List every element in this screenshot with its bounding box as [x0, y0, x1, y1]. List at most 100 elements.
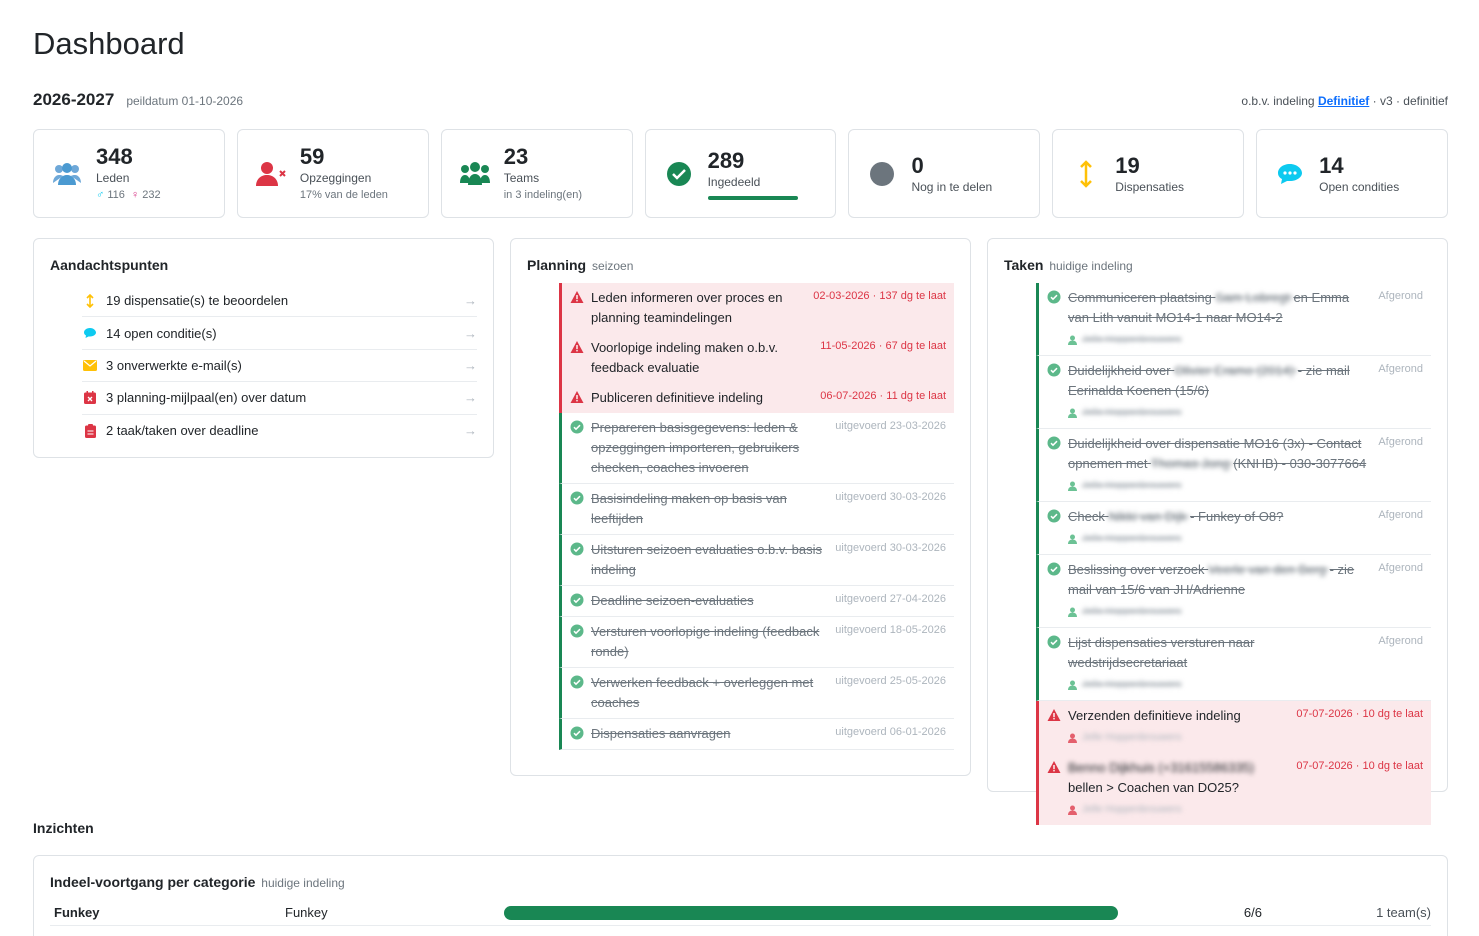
- attention-item-planning[interactable]: 3 planning-mijlpaal(en) over datum →: [82, 382, 477, 415]
- planning-item-text: Basisindeling maken op basis van leeftij…: [591, 491, 787, 526]
- stat-open-condities[interactable]: 14 Open condities: [1256, 129, 1449, 218]
- planning-item[interactable]: Basisindeling maken op basis van leeftij…: [559, 484, 954, 535]
- chat-bubble-icon: [1273, 157, 1307, 191]
- stat-dispensaties[interactable]: 19 Dispensaties: [1052, 129, 1245, 218]
- assignee-name: Jelle Hoppenbrouwers: [1082, 407, 1182, 418]
- obv-prefix: o.b.v. indeling: [1241, 94, 1315, 108]
- indeling-basis: o.b.v. indeling Definitief · v3 · defini…: [1241, 94, 1448, 108]
- planning-item[interactable]: Publiceren definitieve indeling 06-07-202…: [559, 383, 954, 413]
- assignee-name: Jelle Hoppenbrouwers: [1082, 679, 1182, 690]
- planning-item[interactable]: Voorlopige indeling maken o.b.v. feedbac…: [559, 333, 954, 383]
- stat-label: Teams: [503, 170, 540, 185]
- teams-icon: [458, 157, 492, 191]
- warning-triangle-icon: [1047, 709, 1061, 721]
- female-icon: ♀: [130, 188, 140, 201]
- category-progress-fill: [504, 905, 1118, 920]
- warning-triangle-icon: [1047, 761, 1061, 773]
- task-assignee: Jelle Hoppenbrouwers: [1068, 403, 1370, 423]
- planning-subtitle: seizoen: [592, 259, 634, 273]
- planning-item-meta: uitgevoerd 18-05-2026: [835, 624, 946, 636]
- task-title-pre: Beslissing over verzoek: [1068, 562, 1209, 577]
- check-circle-icon: [570, 675, 584, 689]
- assignee-name: Jelle Hoppenbrouwers: [1082, 804, 1182, 815]
- planning-item-meta: 06-07-2026 · 11 dg te laat: [820, 390, 946, 402]
- obv-suffix: · v3 · definitief: [1372, 94, 1448, 108]
- task-item-text: Check Nikki van Dijk - Funkey of O8? Jell…: [1068, 507, 1370, 549]
- warning-triangle-icon: [570, 291, 584, 303]
- task-item[interactable]: Duidelijkheid over dispensatie MO16 (3x)…: [1036, 429, 1431, 502]
- task-title: Check Nikki van Dijk - Funkey of O8?: [1068, 507, 1370, 527]
- attention-item-taken[interactable]: 2 taak/taken over deadline →: [82, 415, 477, 447]
- stat-nog-in-te-delen[interactable]: 0 Nog in te delen: [848, 129, 1041, 218]
- planning-item-meta: 11-05-2026 · 67 dg te laat: [820, 340, 946, 352]
- task-item[interactable]: Benno Dijkhuis (+31615586335) bellen > C…: [1036, 753, 1431, 825]
- stat-teams[interactable]: 23 Teams in 3 indeling(en): [440, 129, 633, 218]
- user-x-icon: [254, 157, 288, 191]
- planning-item[interactable]: Verwerken feedback + overleggen met coac…: [559, 668, 954, 719]
- gender-split: ♂ 116 ♀ 232: [96, 186, 161, 204]
- planning-item[interactable]: Leden informeren over proces en planning…: [559, 283, 954, 333]
- task-item[interactable]: Communiceren plaatsing Sam Lobregt en Em…: [1036, 283, 1431, 356]
- male-count: 116: [107, 188, 125, 201]
- task-item[interactable]: Duidelijkheid over Olivier Eramo (2014) …: [1036, 356, 1431, 429]
- stat-ingedeeld[interactable]: 289 Ingedeeld: [644, 129, 837, 218]
- stat-value: 0: [911, 152, 924, 178]
- arrow-right-icon: →: [464, 390, 477, 406]
- planning-item[interactable]: Prepareren basisgegevens: leden & opzegg…: [559, 413, 954, 484]
- planning-item[interactable]: Dispensaties aanvragen uitgevoerd 06-01-2…: [559, 719, 954, 750]
- assignee-name: Jelle Hoppenbrouwers: [1082, 732, 1182, 743]
- category-row[interactable]: Funkey Funkey 6/6 1 team(s): [50, 900, 1431, 926]
- attention-item-emails[interactable]: 3 onverwerkte e-mail(s) →: [82, 350, 477, 383]
- task-title-post: - Funkey of O8?: [1190, 509, 1284, 524]
- person-icon: [1068, 733, 1077, 743]
- planning-item[interactable]: Uitsturen seizoen evaluaties o.b.v. basi…: [559, 535, 954, 586]
- definitief-link[interactable]: Definitief: [1318, 94, 1369, 108]
- task-item[interactable]: Beslissing over verzoek Veerle van den B…: [1036, 555, 1431, 628]
- warning-triangle-icon: [570, 341, 584, 353]
- planning-item-meta: uitgevoerd 30-03-2026: [835, 542, 946, 554]
- task-item[interactable]: Verzenden definitieve indeling Jelle Hop…: [1036, 701, 1431, 753]
- attention-item-dispensaties[interactable]: 19 dispensatie(s) te beoordelen →: [82, 285, 477, 318]
- task-title-post: bellen > Coachen van DO25?: [1068, 780, 1239, 795]
- planning-item-meta: uitgevoerd 06-01-2026: [835, 726, 946, 738]
- task-title: Communiceren plaatsing Sam Lobregt en Em…: [1068, 288, 1370, 328]
- task-title-redacted: Olivier Eramo (2014): [1174, 363, 1298, 378]
- task-item-meta: 07-07-2026 · 10 dg te laat: [1296, 760, 1423, 772]
- planning-item[interactable]: Versturen voorlopige indeling (feedback …: [559, 617, 954, 668]
- stat-label: Nog in te delen: [911, 179, 993, 194]
- task-title-pre: Verzenden definitieve indeling: [1068, 708, 1241, 723]
- people-icon: [50, 157, 84, 191]
- task-item[interactable]: Lijst dispensaties versturen naar wedstr…: [1036, 628, 1431, 701]
- warning-triangle-icon: [570, 391, 584, 403]
- envelope-icon: [82, 359, 98, 371]
- task-assignee: Jelle Hoppenbrouwers: [1068, 675, 1370, 695]
- task-title: Duidelijkheid over Olivier Eramo (2014) …: [1068, 361, 1370, 401]
- stat-leden[interactable]: 348 Leden ♂ 116 ♀ 232: [33, 129, 225, 218]
- arrow-right-icon: →: [464, 357, 477, 373]
- person-icon: [1068, 805, 1077, 815]
- task-item[interactable]: Check Nikki van Dijk - Funkey of O8? Jell…: [1036, 502, 1431, 555]
- task-assignee: Jelle Hoppenbrouwers: [1068, 602, 1370, 622]
- task-title-redacted: Thomas Jong: [1150, 456, 1234, 471]
- stat-label: Opzeggingen: [299, 170, 372, 185]
- task-title-redacted: Sam Lobregt: [1215, 290, 1294, 305]
- calendar-x-icon: [82, 391, 98, 405]
- stat-sub: in 3 indeling(en): [503, 188, 582, 201]
- attention-item-condities[interactable]: 14 open conditie(s) →: [82, 317, 477, 350]
- category-ratio: 6/6: [1243, 905, 1262, 920]
- stat-opzeggingen[interactable]: 59 Opzeggingen 17% van de leden: [236, 129, 429, 218]
- stat-value: 348: [96, 143, 133, 169]
- planning-item-text: Versturen voorlopige indeling (feedback …: [591, 624, 820, 659]
- task-assignee: Jelle Hoppenbrouwers: [1068, 476, 1370, 496]
- task-title-post: (KNHB) - 030-3077664: [1233, 456, 1367, 471]
- clipboard-icon: [82, 423, 98, 438]
- peildatum: peildatum 01-10-2026: [126, 94, 244, 108]
- attention-item-label: 3 onverwerkte e-mail(s): [106, 357, 242, 373]
- task-title-pre: Check: [1068, 509, 1109, 524]
- task-item-text: Duidelijkheid over Olivier Eramo (2014) …: [1068, 361, 1370, 423]
- stats-row: 348 Leden ♂ 116 ♀ 232 59 Opzeggingen 17%…: [33, 129, 1449, 218]
- planning-item-text: Leden informeren over proces en planning…: [591, 290, 783, 325]
- tasks-subtitle: huidige indeling: [1049, 259, 1133, 273]
- planning-item[interactable]: Deadline seizoen-evaluaties uitgevoerd 27…: [559, 586, 954, 617]
- task-item-text: Verzenden definitieve indeling Jelle Hop…: [1068, 706, 1288, 748]
